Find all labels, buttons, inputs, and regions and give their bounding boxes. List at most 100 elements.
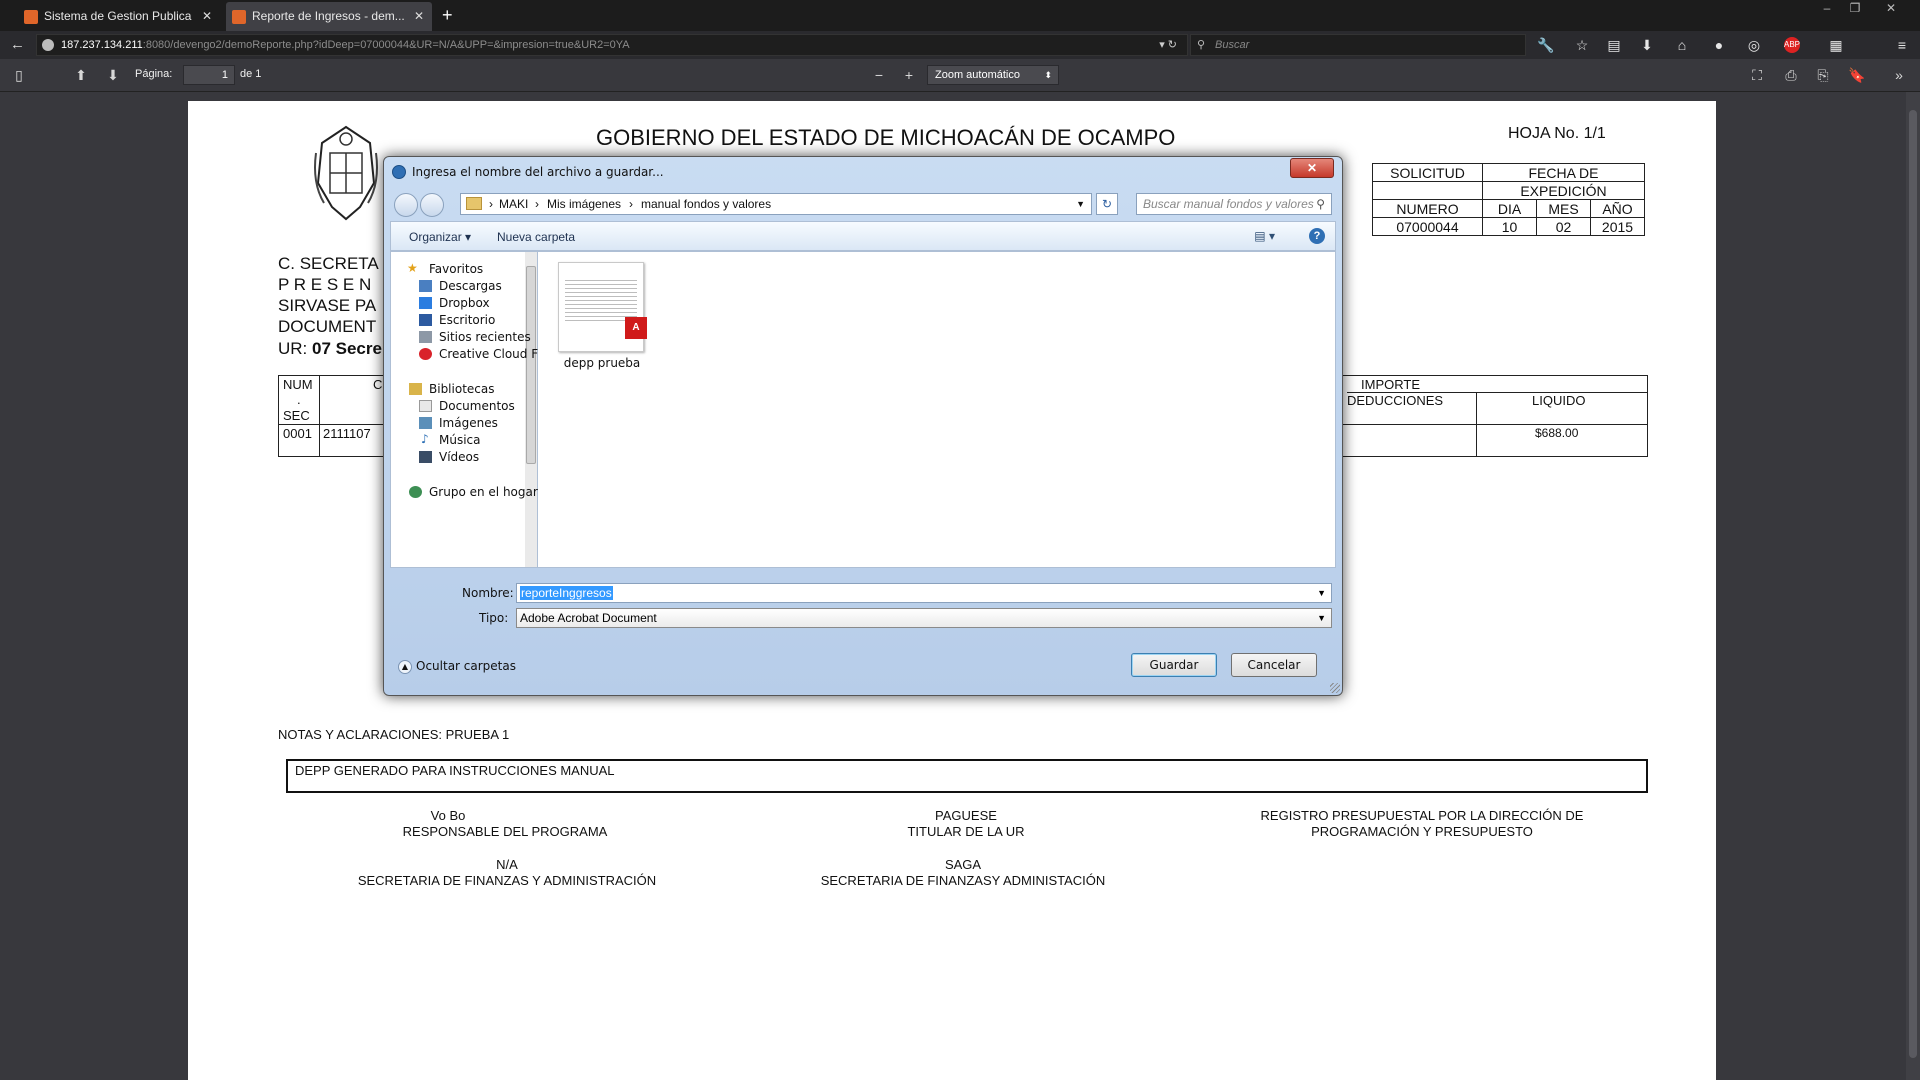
scrollbar-thumb[interactable]: [526, 266, 536, 464]
chevron-down-icon[interactable]: ▼: [1317, 584, 1326, 602]
print-icon[interactable]: ⎙: [1782, 66, 1800, 84]
chat-icon[interactable]: ●: [1709, 35, 1729, 55]
page-number-input[interactable]: 1: [183, 65, 235, 85]
tree-favoritos[interactable]: ★ Favoritos: [407, 261, 483, 276]
reload-icon[interactable]: ▾ ↻: [1159, 35, 1177, 55]
ur-line: UR: 07 Secre: [278, 339, 382, 359]
tab-reporte-ingresos[interactable]: Reporte de Ingresos - dem... ✕: [226, 2, 432, 31]
bookmark-icon[interactable]: 🔖: [1848, 66, 1866, 84]
desktop-icon: [419, 314, 432, 326]
tree-sitios-recientes[interactable]: Sitios recientes: [419, 330, 531, 344]
tree-musica[interactable]: ♪ Música: [421, 432, 481, 447]
chevron-updown-icon: ⬍: [1044, 70, 1052, 80]
minimize-window-icon[interactable]: –: [1816, 0, 1838, 16]
url-path: :8080/devengo2/demoReporte.php?idDeep=07…: [142, 39, 630, 51]
scrollbar-thumb[interactable]: [1909, 110, 1917, 1058]
new-folder-button[interactable]: Nueva carpeta: [497, 230, 575, 244]
tree-escritorio[interactable]: Escritorio: [419, 313, 495, 327]
next-page-icon[interactable]: ⬇: [104, 66, 122, 84]
responsable-label: RESPONSABLE DEL PROGRAMA: [402, 824, 608, 839]
breadcrumb-current-folder[interactable]: manual fondos y valores: [641, 194, 771, 214]
tree-label: Descargas: [439, 279, 502, 293]
tree-creative-cloud[interactable]: Creative Cloud Fi: [419, 347, 541, 361]
tree-imagenes[interactable]: Imágenes: [419, 416, 498, 430]
save-document-icon[interactable]: ⎘: [1814, 66, 1832, 84]
breadcrumb-maki[interactable]: MAKI: [499, 194, 528, 214]
zoom-in-icon[interactable]: +: [900, 66, 918, 84]
pdf-file-thumbnail[interactable]: A: [558, 262, 647, 352]
forward-button[interactable]: [420, 193, 444, 217]
tree-bibliotecas[interactable]: Bibliotecas: [409, 382, 494, 396]
new-tab-button[interactable]: +: [442, 6, 453, 24]
tree-label: Grupo en el hogar: [429, 485, 538, 499]
grid-menu-icon[interactable]: ▦: [1826, 35, 1846, 55]
cancel-button[interactable]: Cancelar: [1231, 653, 1317, 677]
importe-header: IMPORTE: [1361, 377, 1420, 392]
zoom-out-icon[interactable]: −: [870, 66, 888, 84]
vertical-scrollbar[interactable]: [1906, 92, 1920, 1080]
tree-documentos[interactable]: Documentos: [419, 399, 515, 413]
name-label: Nombre:: [462, 586, 514, 600]
maximize-window-icon[interactable]: ❐: [1844, 0, 1866, 16]
file-type-select[interactable]: Adobe Acrobat Document ▼: [516, 608, 1332, 628]
wrench-icon[interactable]: 🔧: [1536, 35, 1556, 55]
ur-prefix: UR:: [278, 339, 312, 358]
tree-label: Vídeos: [439, 450, 480, 464]
numero-value: 07000044: [1372, 217, 1483, 236]
page-label: Página:: [135, 68, 173, 80]
tab-close-icon[interactable]: ✕: [414, 2, 424, 31]
dialog-close-button[interactable]: ✕: [1290, 158, 1334, 178]
address-bar[interactable]: › MAKI › Mis imágenes › manual fondos y …: [460, 193, 1092, 215]
file-name-label[interactable]: depp prueba: [556, 356, 648, 370]
sidebar-toggle-icon[interactable]: ▯: [10, 66, 28, 84]
refresh-icon[interactable]: ↻: [1096, 193, 1118, 215]
chevron-up-icon: ▲: [398, 659, 412, 674]
navigation-scrollbar[interactable]: [525, 252, 537, 567]
tree-grupo-hogar[interactable]: Grupo en el hogar: [409, 485, 538, 499]
save-button[interactable]: Guardar: [1131, 653, 1217, 677]
previous-page-icon[interactable]: ⬆: [72, 66, 90, 84]
dialog-title: Ingresa el nombre del archivo a guardar.…: [412, 165, 664, 179]
hamburger-menu-icon[interactable]: ≡: [1892, 35, 1912, 55]
breadcrumb-mis-imagenes[interactable]: Mis imágenes: [547, 194, 621, 214]
bookmark-star-icon[interactable]: ☆: [1572, 35, 1592, 55]
videos-icon: [419, 451, 432, 463]
organize-menu[interactable]: Organizar ▾: [409, 230, 471, 244]
tree-dropbox[interactable]: Dropbox: [419, 296, 490, 310]
view-options-icon[interactable]: ▤ ▾: [1254, 229, 1275, 243]
globe-icon: [42, 39, 54, 51]
dropbox-icon: [419, 297, 432, 309]
hide-folders-toggle[interactable]: ▲ Ocultar carpetas: [398, 659, 516, 674]
search-icon: ⚲: [1197, 39, 1206, 51]
adblock-icon[interactable]: ABP: [1784, 37, 1800, 53]
home-icon[interactable]: ⌂: [1672, 35, 1692, 55]
na-label: N/A: [496, 857, 518, 872]
back-arrow-icon[interactable]: ←: [10, 36, 25, 53]
url-bar[interactable]: 187.237.134.211:8080/devengo2/demoReport…: [36, 34, 1188, 56]
tree-videos[interactable]: Vídeos: [419, 450, 480, 464]
search-icon: ⚲: [1316, 197, 1325, 211]
filename-input[interactable]: reporteInggresos ▼: [516, 583, 1332, 603]
download-icon[interactable]: ⬇: [1637, 35, 1657, 55]
close-window-icon[interactable]: ✕: [1880, 0, 1902, 16]
tab-sistema-gestion[interactable]: Sistema de Gestion Publica ✕: [18, 2, 220, 31]
reading-list-icon[interactable]: ▤: [1604, 35, 1624, 55]
folder-search-input[interactable]: Buscar manual fondos y valores ⚲: [1136, 193, 1332, 215]
fullscreen-icon[interactable]: ⛶: [1748, 66, 1766, 84]
file-type-value: Adobe Acrobat Document: [520, 611, 657, 625]
chevron-down-icon[interactable]: ▼: [1076, 194, 1085, 214]
help-icon[interactable]: ?: [1309, 228, 1325, 244]
more-tools-icon[interactable]: »: [1890, 66, 1908, 84]
recent-places-icon: [419, 331, 432, 343]
filename-value: reporteInggresos: [520, 586, 613, 600]
tree-label: Imágenes: [439, 416, 498, 430]
tree-descargas[interactable]: Descargas: [419, 279, 502, 293]
dia-value: 10: [1482, 217, 1537, 236]
zoom-select[interactable]: Zoom automático ⬍: [927, 65, 1059, 85]
browser-search-input[interactable]: ⚲ Buscar: [1190, 34, 1526, 56]
back-button[interactable]: [394, 193, 418, 217]
tab-close-icon[interactable]: ✕: [202, 2, 212, 31]
resize-grip[interactable]: [1330, 683, 1340, 693]
mes-header: MES: [1536, 199, 1591, 218]
sync-icon[interactable]: ◎: [1744, 35, 1764, 55]
